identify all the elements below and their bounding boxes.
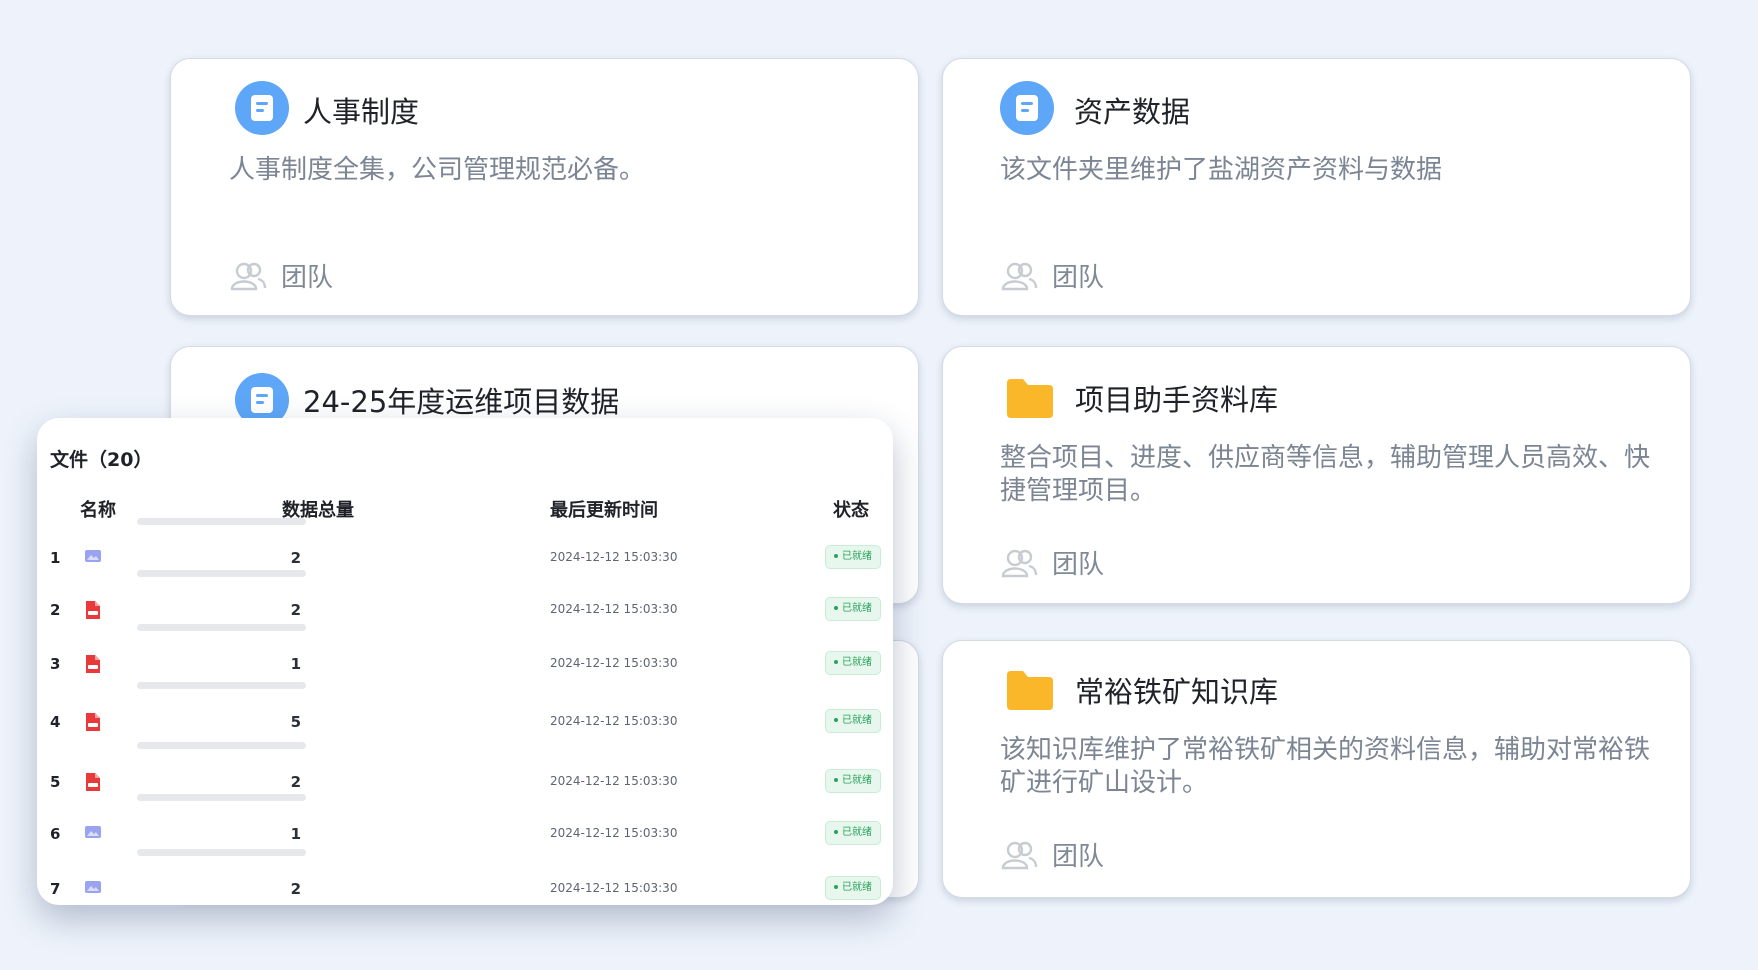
status-text: 已就绪 bbox=[842, 551, 872, 562]
updated-time: 2024-12-12 15:03:30 bbox=[550, 774, 678, 788]
card-footer-label: 团队 bbox=[1052, 842, 1105, 872]
status-badge: 已就绪 bbox=[825, 651, 881, 675]
card-footer: 团队 bbox=[229, 257, 333, 294]
data-count: 2 bbox=[290, 601, 301, 619]
updated-time: 2024-12-12 15:03:30 bbox=[550, 656, 678, 670]
status-text: 已就绪 bbox=[842, 882, 872, 893]
status-text: 已就绪 bbox=[842, 827, 872, 838]
card-footer: 团队 bbox=[1000, 836, 1104, 873]
column-header-name[interactable]: 名称 bbox=[80, 496, 116, 522]
data-count: 2 bbox=[290, 773, 301, 791]
knowledge-card-project-assistant[interactable]: 项目助手资料库 整合项目、进度、供应商等信息，辅助管理人员高效、快捷管理项目。 … bbox=[942, 346, 1691, 604]
file-row[interactable]: 6 1 2024-12-12 15:03:30 已就绪 bbox=[37, 794, 893, 849]
file-row[interactable]: 5 2 2024-12-12 15:03:30 已就绪 bbox=[37, 742, 893, 797]
data-count: 1 bbox=[290, 655, 301, 673]
status-badge: 已就绪 bbox=[825, 876, 881, 900]
updated-time: 2024-12-12 15:03:30 bbox=[550, 602, 678, 616]
files-panel-title: 文件（20） bbox=[50, 449, 153, 471]
folder-icon bbox=[1005, 377, 1055, 419]
card-description: 人事制度全集，公司管理规范必备。 bbox=[229, 155, 646, 185]
row-index: 5 bbox=[50, 773, 61, 791]
data-count: 2 bbox=[290, 549, 301, 567]
pdf-file-icon bbox=[84, 772, 102, 792]
data-count: 2 bbox=[290, 880, 301, 898]
card-title: 资产数据 bbox=[1074, 95, 1191, 129]
card-title: 项目助手资料库 bbox=[1075, 383, 1279, 417]
updated-time: 2024-12-12 15:03:30 bbox=[550, 826, 678, 840]
pdf-file-icon bbox=[84, 712, 102, 732]
progress-bar bbox=[137, 742, 306, 749]
status-dot bbox=[834, 554, 838, 558]
progress-bar bbox=[137, 518, 306, 525]
card-description: 该知识库维护了常裕铁矿相关的资料信息，辅助对常裕铁矿进行矿山设计。 bbox=[1000, 735, 1651, 798]
status-badge: 已就绪 bbox=[825, 709, 881, 733]
status-text: 已就绪 bbox=[842, 715, 872, 726]
status-dot bbox=[834, 778, 838, 782]
knowledge-card-changyu-mine[interactable]: 常裕铁矿知识库 该知识库维护了常裕铁矿相关的资料信息，辅助对常裕铁矿进行矿山设计… bbox=[942, 640, 1691, 898]
updated-time: 2024-12-12 15:03:30 bbox=[550, 550, 678, 564]
folder-icon bbox=[1005, 669, 1055, 711]
file-row[interactable]: 1 2 2024-12-12 15:03:30 已就绪 bbox=[37, 518, 893, 573]
updated-time: 2024-12-12 15:03:30 bbox=[550, 714, 678, 728]
card-title: 24-25年度运维项目数据 bbox=[303, 385, 620, 419]
progress-bar bbox=[137, 849, 306, 856]
team-icon bbox=[1000, 840, 1038, 870]
image-file-icon bbox=[84, 824, 102, 840]
column-header-updated[interactable]: 最后更新时间 bbox=[550, 496, 658, 522]
status-dot bbox=[834, 885, 838, 889]
row-index: 6 bbox=[50, 825, 61, 843]
file-row[interactable]: 2 2 2024-12-12 15:03:30 已就绪 bbox=[37, 570, 893, 625]
team-icon bbox=[1000, 548, 1038, 578]
row-index: 2 bbox=[50, 601, 61, 619]
updated-time: 2024-12-12 15:03:30 bbox=[550, 881, 678, 895]
progress-bar bbox=[137, 794, 306, 801]
file-row[interactable]: 3 1 2024-12-12 15:03:30 已就绪 bbox=[37, 624, 893, 679]
card-footer-label: 团队 bbox=[281, 263, 334, 293]
knowledge-card-asset-data[interactable]: 资产数据 该文件夹里维护了盐湖资产资料与数据 团队 bbox=[942, 58, 1691, 316]
status-dot bbox=[834, 606, 838, 610]
row-index: 7 bbox=[50, 880, 61, 898]
card-description: 该文件夹里维护了盐湖资产资料与数据 bbox=[1000, 155, 1443, 185]
card-footer-label: 团队 bbox=[1052, 550, 1105, 580]
knowledge-card-hr-policy[interactable]: 人事制度 人事制度全集，公司管理规范必备。 团队 bbox=[170, 58, 919, 316]
row-index: 4 bbox=[50, 713, 61, 731]
progress-bar bbox=[137, 682, 306, 689]
status-dot bbox=[834, 718, 838, 722]
data-count: 1 bbox=[290, 825, 301, 843]
pdf-file-icon bbox=[84, 600, 102, 620]
data-count: 5 bbox=[290, 713, 301, 731]
row-index: 1 bbox=[50, 549, 61, 567]
card-footer: 团队 bbox=[1000, 544, 1104, 581]
card-title: 人事制度 bbox=[303, 95, 420, 129]
card-footer-label: 团队 bbox=[1052, 263, 1105, 293]
status-dot bbox=[834, 830, 838, 834]
status-dot bbox=[834, 660, 838, 664]
card-title: 常裕铁矿知识库 bbox=[1075, 675, 1279, 709]
status-badge: 已就绪 bbox=[825, 769, 881, 793]
progress-bar bbox=[137, 624, 306, 631]
status-text: 已就绪 bbox=[842, 603, 872, 614]
status-badge: 已就绪 bbox=[825, 545, 881, 569]
document-icon bbox=[1000, 81, 1054, 135]
status-text: 已就绪 bbox=[842, 657, 872, 668]
row-index: 3 bbox=[50, 655, 61, 673]
column-header-status[interactable]: 状态 bbox=[833, 496, 869, 522]
image-file-icon bbox=[84, 548, 102, 564]
status-badge: 已就绪 bbox=[825, 821, 881, 845]
card-description: 整合项目、进度、供应商等信息，辅助管理人员高效、快捷管理项目。 bbox=[1000, 443, 1651, 506]
progress-bar bbox=[137, 570, 306, 577]
team-icon bbox=[229, 261, 267, 291]
file-row[interactable]: 4 5 2024-12-12 15:03:30 已就绪 bbox=[37, 682, 893, 737]
file-row[interactable]: 7 2 2024-12-12 15:03:30 已就绪 bbox=[37, 849, 893, 904]
team-icon bbox=[1000, 261, 1038, 291]
status-text: 已就绪 bbox=[842, 775, 872, 786]
status-badge: 已就绪 bbox=[825, 597, 881, 621]
pdf-file-icon bbox=[84, 654, 102, 674]
image-file-icon bbox=[84, 879, 102, 895]
document-icon bbox=[235, 81, 289, 135]
files-panel[interactable]: 文件（20） 名称 数据总量 最后更新时间 状态 1 2 2024-12-12 15… bbox=[37, 418, 893, 905]
card-footer: 团队 bbox=[1000, 257, 1104, 294]
